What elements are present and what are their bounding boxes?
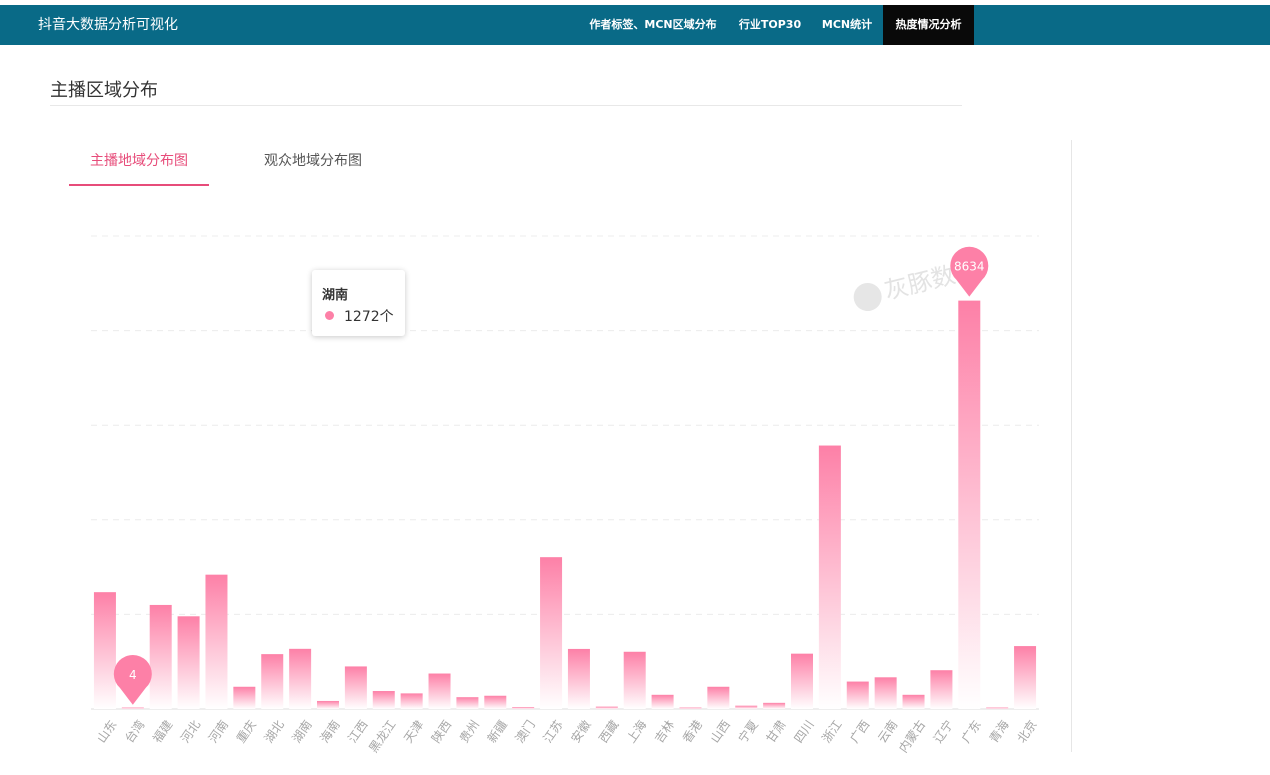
markpoint-label: 4 <box>129 668 137 682</box>
bar-台湾 <box>121 707 144 709</box>
x-tick-label: 福建 <box>149 717 175 745</box>
bar-西藏 <box>595 706 618 709</box>
bar-香港 <box>679 707 702 709</box>
bar-上海 <box>623 651 646 709</box>
tooltip-value: 1272个 <box>344 309 394 325</box>
x-tick-label: 西藏 <box>596 718 621 746</box>
bar-浙江 <box>818 445 841 709</box>
bar-山西 <box>707 686 730 709</box>
region-bar-chart: 山东 台湾 福建 河北 河南 重庆 湖北 湖南 海南 江西黑龙江 天津 陕西 贵州 新疆 澳门 江苏 安徽 西藏上… <box>91 235 1040 756</box>
x-tick-label: 贵州 <box>457 718 482 746</box>
bar-福建 <box>149 604 172 709</box>
bar-海南 <box>317 700 339 709</box>
bar-湖北 <box>261 654 284 709</box>
markpoint-label: 8634 <box>954 260 985 274</box>
x-tick-label: 新疆 <box>484 717 510 745</box>
tooltip-series-dot-icon <box>325 311 334 320</box>
bar-青海 <box>986 707 1009 709</box>
bar-广东 <box>958 300 981 709</box>
x-tick-label: 陕西 <box>428 717 454 745</box>
x-tick-label: 上海 <box>623 717 649 745</box>
x-tick-label: 广东 <box>959 718 984 746</box>
x-tick-label: 湖北 <box>261 717 287 745</box>
x-tick-label: 海南 <box>317 717 343 745</box>
x-tick-label: 山西 <box>708 718 733 746</box>
x-tick-label: 天津 <box>401 718 426 746</box>
x-tick-label: 河北 <box>178 718 203 746</box>
x-tick-label: 青海 <box>986 717 1012 745</box>
bar-河南 <box>205 574 228 709</box>
bar-甘肃 <box>763 702 786 709</box>
bar-澳门 <box>512 707 535 709</box>
x-tick-label: 甘肃 <box>764 718 789 746</box>
x-tick-label: 台湾 <box>121 717 147 745</box>
x-tick-label: 吉林 <box>652 718 677 746</box>
bar-安徽 <box>567 648 590 709</box>
x-tick-label: 宁夏 <box>735 717 761 745</box>
bar-河北 <box>177 616 200 709</box>
bar-山东 <box>93 592 116 709</box>
bar-天津 <box>400 693 423 709</box>
bar-江苏 <box>540 557 563 709</box>
x-tick-label: 内蒙古 <box>895 717 928 755</box>
bar-江西 <box>344 666 367 709</box>
tooltip-region-name: 湖南 <box>322 288 349 303</box>
chart-tooltip: 湖南 1272个 <box>312 270 405 336</box>
x-tick-label: 香港 <box>680 718 705 746</box>
x-tick-label: 河南 <box>205 717 231 745</box>
x-tick-label: 江西 <box>345 718 370 746</box>
x-tick-label: 北京 <box>1014 718 1039 746</box>
bar-吉林 <box>651 694 674 709</box>
x-tick-label: 山东 <box>94 718 119 746</box>
bar-湖南 <box>289 648 312 709</box>
bar-重庆 <box>233 686 256 709</box>
bar-贵州 <box>456 697 479 709</box>
bar-四川 <box>791 653 813 709</box>
x-tick-label: 广西 <box>847 718 872 746</box>
x-tick-label: 重庆 <box>234 718 259 746</box>
bar-内蒙古 <box>902 694 925 709</box>
x-tick-label: 安徽 <box>568 717 594 745</box>
bar-北京 <box>1014 646 1037 709</box>
bar-新疆 <box>484 695 507 709</box>
x-tick-label: 四川 <box>791 718 816 746</box>
bar-云南 <box>874 677 897 709</box>
x-tick-label: 湖南 <box>289 717 315 745</box>
bar-广西 <box>846 681 869 709</box>
bar-黑龙江 <box>372 691 395 709</box>
x-tick-label: 江苏 <box>540 718 565 746</box>
bar-辽宁 <box>930 670 953 709</box>
x-tick-label: 澳门 <box>512 717 538 745</box>
x-tick-label: 云南 <box>874 717 900 745</box>
bar-陕西 <box>428 673 451 709</box>
x-tick-label: 辽宁 <box>930 717 956 745</box>
x-tick-label: 黑龙江 <box>366 718 398 756</box>
bar-宁夏 <box>735 705 758 709</box>
x-tick-label: 浙江 <box>819 718 844 746</box>
